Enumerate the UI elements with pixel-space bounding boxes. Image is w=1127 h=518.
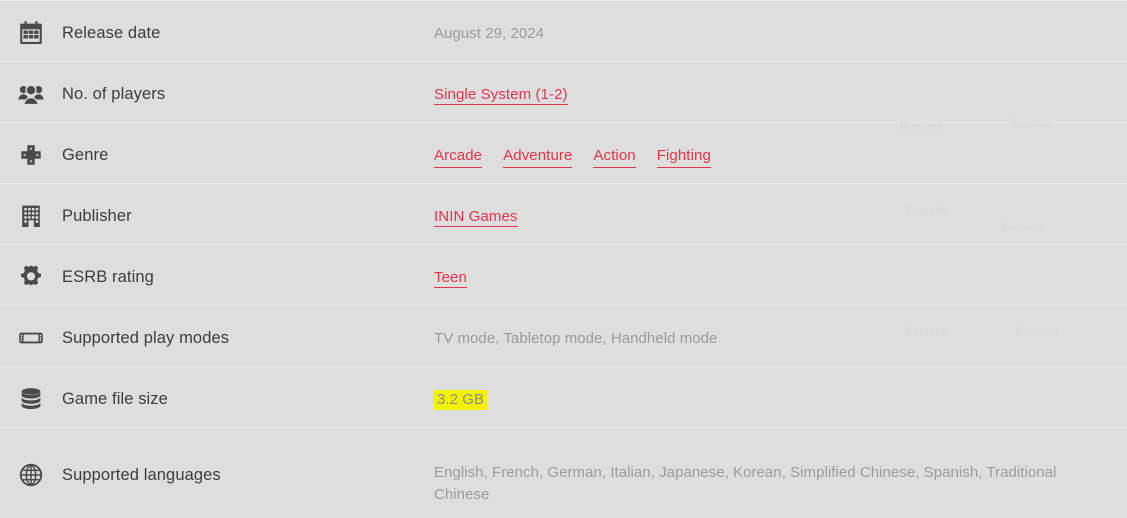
row-value-no-of-players: Single System (1-2) [434,62,1127,105]
genre-link-arcade[interactable]: Arcade [434,145,483,168]
globe-icon [0,428,62,488]
handheld-console-icon [0,306,62,351]
row-value-publisher: ININ Games [434,184,1127,227]
players-link[interactable]: Single System (1-2) [434,86,568,105]
row-label-game-file-size: Game file size [62,390,168,408]
calendar-icon [0,1,62,46]
genre-link-fighting[interactable]: Fighting [656,145,711,168]
play-modes-value: TV mode, Tabletop mode, Handheld mode [434,330,718,347]
row-value-game-file-size: 3.2 GB [434,367,1127,410]
table-row-supported-play-modes: Supported play modes TV mode, Tabletop m… [0,305,1127,366]
release-date-value: August 29, 2024 [434,25,545,42]
genre-link-list: Arcade Adventure Action Fighting [434,145,711,168]
row-label-publisher: Publisher [62,207,132,225]
row-value-release-date: August 29, 2024 [434,1,1127,44]
table-row-supported-languages: Supported languages English, French, Ger… [0,427,1127,513]
row-label-release-date: Release date [62,24,161,42]
database-icon [0,367,62,412]
table-row-release-date: Release date August 29, 2024 [0,0,1127,61]
game-details-table: Release date August 29, 2024 No. of play… [0,0,1127,518]
table-row-esrb-rating: ESRB rating Teen [0,244,1127,305]
table-row-publisher: Publisher ININ Games [0,183,1127,244]
row-label-esrb-rating: ESRB rating [62,268,154,286]
row-label-supported-languages: Supported languages [62,466,221,484]
row-value-esrb-rating: Teen [434,245,1127,288]
gear-icon [0,245,62,290]
table-row-genre: Genre Arcade Adventure Action Fighting [0,122,1127,183]
genre-link-adventure[interactable]: Adventure [503,145,573,168]
dpad-icon [0,123,62,168]
genre-link-action[interactable]: Action [593,145,636,168]
row-value-supported-languages: English, French, German, Italian, Japane… [434,428,1127,505]
row-value-supported-play-modes: TV mode, Tabletop mode, Handheld mode [434,306,1127,349]
game-file-size-value: 3.2 GB [434,390,487,410]
table-row-game-file-size: Game file size 3.2 GB [0,366,1127,427]
building-icon [0,184,62,229]
table-row-no-of-players: No. of players Single System (1-2) [0,61,1127,122]
publisher-link[interactable]: ININ Games [434,208,518,227]
row-value-genre: Arcade Adventure Action Fighting [434,123,1127,168]
row-label-genre: Genre [62,146,109,164]
row-label-no-of-players: No. of players [62,85,166,103]
esrb-rating-link[interactable]: Teen [434,269,467,288]
row-label-supported-play-modes: Supported play modes [62,329,230,347]
supported-languages-value: English, French, German, Italian, Japane… [434,464,1057,503]
players-group-icon [0,62,62,107]
